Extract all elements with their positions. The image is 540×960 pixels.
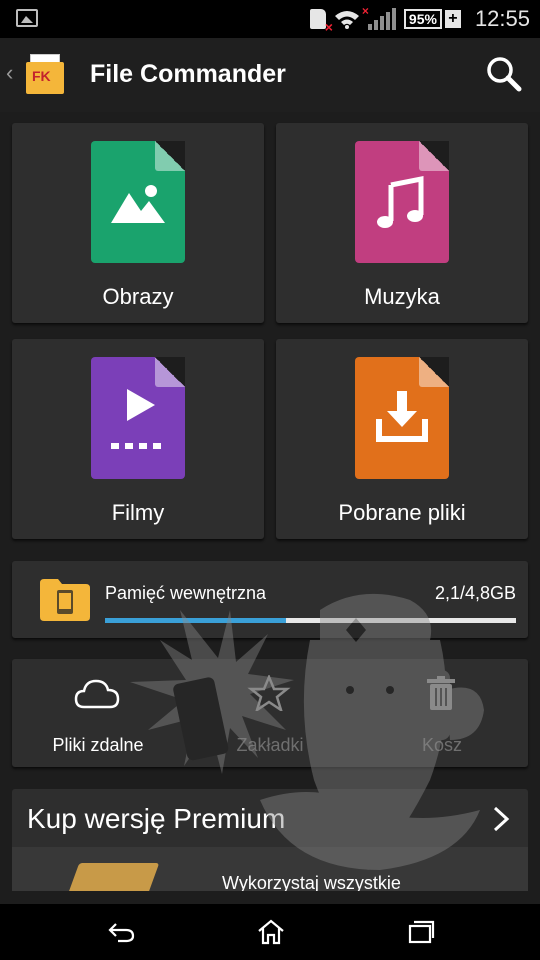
premium-tag-icon: [64, 863, 160, 891]
storage-progress-bar: [105, 618, 516, 623]
quick-action-label: Kosz: [421, 735, 463, 755]
category-tile-downloads[interactable]: Pobrane pliki: [276, 339, 528, 539]
chevron-right-icon[interactable]: [492, 805, 510, 833]
clock: 12:55: [474, 6, 530, 31]
premium-feature-row: Wykorzystaj wszystkie: [12, 847, 528, 891]
category-label: Muzyka: [364, 284, 440, 309]
back-chevron-icon[interactable]: ‹: [6, 60, 13, 86]
music-note-icon: [355, 141, 449, 263]
category-label: Obrazy: [102, 284, 174, 309]
category-tile-images[interactable]: Obrazy: [12, 123, 264, 323]
storage-internal[interactable]: Pamięć wewnętrzna 2,1/4,8GB: [12, 561, 528, 638]
cloud-icon: [74, 679, 120, 709]
charging-icon: +: [444, 10, 461, 28]
quick-actions: Pliki zdalne Zakładki Kosz: [12, 659, 528, 767]
premium-description: Wykorzystaj wszystkie: [222, 873, 401, 891]
battery-level: 95%: [403, 9, 442, 29]
signal-icon: ×: [362, 4, 396, 30]
battery-icon: 95% +: [403, 9, 461, 29]
status-bar: × 95% + 12:55: [0, 0, 540, 38]
sdcard-error-icon: [309, 9, 333, 35]
wifi-icon: [334, 11, 359, 29]
category-label: Filmy: [111, 500, 165, 525]
quick-action-bookmarks[interactable]: Zakładki: [184, 659, 356, 767]
action-bar: ‹ FK File Commander: [0, 38, 540, 112]
video-play-icon: [91, 357, 185, 479]
download-icon: [355, 357, 449, 479]
app-logo-icon[interactable]: FK: [26, 54, 64, 94]
quick-action-label: Zakładki: [236, 735, 304, 755]
image-icon: [91, 141, 185, 263]
category-tile-music[interactable]: Muzyka: [276, 123, 528, 323]
category-label: Pobrane pliki: [338, 500, 466, 525]
navigation-bar: [0, 904, 540, 960]
recents-icon[interactable]: [406, 918, 436, 946]
gallery-icon: [16, 9, 38, 27]
quick-action-trash[interactable]: Kosz: [356, 659, 528, 767]
star-icon: [247, 675, 291, 711]
status-icons: × 95% + 12:55: [309, 0, 530, 38]
storage-name: Pamięć wewnętrzna: [105, 583, 267, 603]
app-title: File Commander: [90, 60, 286, 88]
trash-icon: [427, 676, 455, 710]
app-logo-text: FK: [32, 68, 51, 84]
quick-action-label: Pliki zdalne: [52, 735, 144, 755]
quick-action-remote-files[interactable]: Pliki zdalne: [12, 659, 184, 767]
storage-size: 2,1/4,8GB: [434, 583, 516, 603]
category-tile-videos[interactable]: Filmy: [12, 339, 264, 539]
search-icon[interactable]: [486, 56, 522, 92]
back-icon[interactable]: [106, 918, 136, 946]
phone-folder-icon: [40, 579, 90, 621]
premium-title: Kup wersję Premium: [27, 803, 286, 834]
home-icon[interactable]: [256, 918, 286, 946]
storage-progress-fill: [105, 618, 286, 623]
premium-banner[interactable]: Kup wersję Premium Wykorzystaj wszystkie: [12, 789, 528, 891]
